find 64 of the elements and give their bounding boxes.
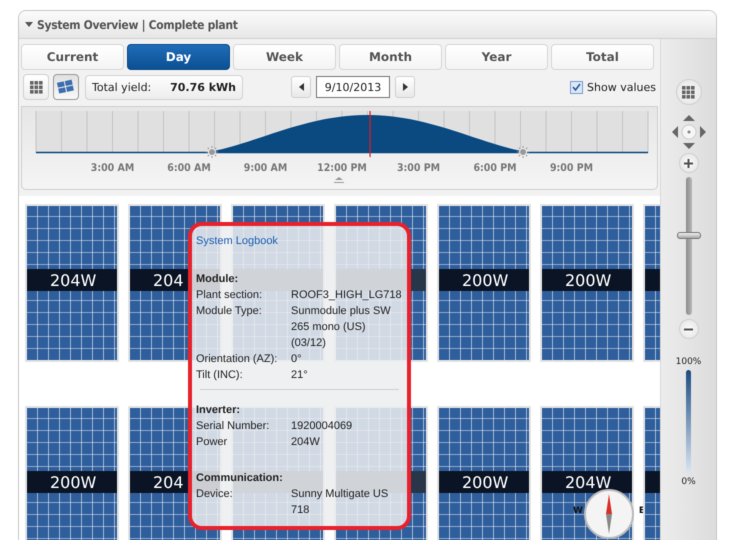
module-power-label: 200W <box>50 472 96 492</box>
grid-icon <box>30 80 42 94</box>
solar-module[interactable]: 204W <box>25 204 119 362</box>
info-value: 21° <box>291 368 309 383</box>
period-tab[interactable]: Day <box>127 44 230 70</box>
grid-icon <box>682 86 695 98</box>
zoom-slider-thumb[interactable] <box>676 232 700 240</box>
collapse-handle-icon[interactable] <box>334 177 344 183</box>
solar-panels-icon <box>57 79 75 95</box>
show-values-checkbox[interactable] <box>570 80 584 94</box>
next-day-button[interactable] <box>395 76 415 98</box>
view-toggle-button[interactable] <box>53 74 79 100</box>
module-power-label: 204W <box>50 270 96 290</box>
solar-module[interactable]: 200W <box>437 204 531 362</box>
zoom-slider-track[interactable] <box>676 177 702 315</box>
previous-day-button[interactable] <box>291 76 311 98</box>
scale-min-label: 0% <box>681 477 696 487</box>
solar-module[interactable]: 200W <box>540 204 634 362</box>
solar-module[interactable]: 200W <box>25 406 119 540</box>
time-axis-label: 6:00 PM <box>473 162 517 174</box>
time-axis-label: 6:00 AM <box>167 162 211 174</box>
info-value: Sunny Multigate US 718 <box>291 487 390 518</box>
checkmark-icon <box>572 83 582 91</box>
sun-icon <box>205 146 218 158</box>
info-value: 0° <box>291 352 303 367</box>
current-time-marker <box>369 111 371 157</box>
scale-max-label: 100% <box>676 357 702 367</box>
info-value: 1920004069 <box>291 419 354 434</box>
show-values-label: Show values <box>587 80 656 94</box>
info-value: 204W <box>291 435 321 450</box>
module-power-label: 200W <box>565 270 612 290</box>
right-arrow-icon <box>402 83 408 91</box>
sun-icon <box>516 146 530 158</box>
time-axis-label: 9:00 PM <box>550 162 594 174</box>
info-value: Sunmodule plus SW 265 mono (US) (03/12) <box>291 304 392 351</box>
module-power-label: 204 <box>153 472 184 492</box>
period-tab[interactable]: Current <box>21 44 124 70</box>
solar-module[interactable]: 200W <box>437 406 531 540</box>
zoom-out-button[interactable] <box>678 319 698 339</box>
caret-icon <box>25 22 33 28</box>
time-axis-label: 12:00 PM <box>317 162 367 174</box>
info-value: ROOF3_HIGH_LG718 <box>291 288 402 303</box>
module-power-label: 204W <box>565 472 612 492</box>
module-power-label: 200W <box>462 472 508 492</box>
grid-view-button[interactable] <box>676 79 702 105</box>
view-toggle-button[interactable] <box>23 74 49 100</box>
panel-title: System Overview | Complete plant <box>37 18 238 32</box>
period-tab[interactable]: Total <box>551 44 654 70</box>
date-field[interactable]: 9/10/2013 <box>316 76 390 98</box>
total-yield-label: Total yield: <box>92 80 152 94</box>
module-power-label: 204 <box>153 270 184 290</box>
plus-icon <box>684 158 693 168</box>
period-tab[interactable]: Year <box>445 44 548 70</box>
total-yield-value: 70.76 kWh <box>170 80 236 94</box>
time-axis-label: 3:00 PM <box>396 162 440 174</box>
module-power-label: 200W <box>462 270 508 290</box>
left-arrow-icon <box>298 83 304 91</box>
pan-control-icon[interactable] <box>670 113 708 151</box>
time-axis-label: 3:00 AM <box>90 162 134 174</box>
period-tab[interactable]: Month <box>339 44 442 70</box>
zoom-in-button[interactable] <box>678 153 698 173</box>
info-label: Tilt (INC): <box>196 368 244 383</box>
period-tab[interactable]: Week <box>233 44 336 70</box>
time-axis-label: 9:00 AM <box>244 162 288 174</box>
